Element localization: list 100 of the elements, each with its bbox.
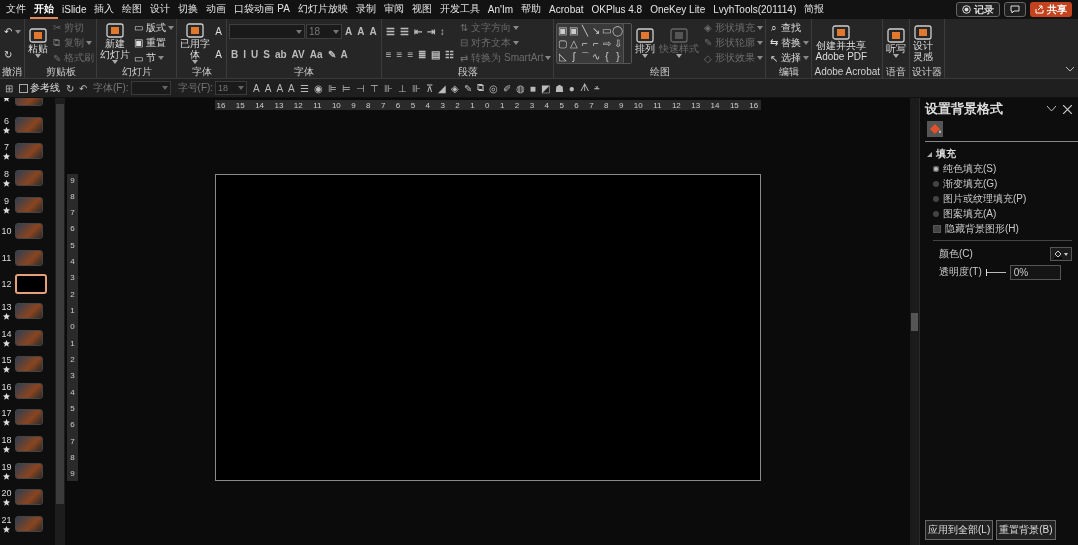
toolbar-field[interactable]: 18 [215,81,248,95]
toolbar-button[interactable]: ↻ [64,82,76,94]
shape-button[interactable]: ▣ [557,23,569,37]
menu-tab[interactable]: 审阅 [379,0,408,19]
shape-button[interactable]: ╲ [579,23,591,37]
menu-tab[interactable]: iSlide [58,0,91,19]
toolbar-button[interactable]: ✐ [500,82,513,94]
shape-button[interactable]: ∿ [590,49,602,63]
ribbon-button[interactable]: A [213,24,224,39]
menu-tab[interactable]: 切换 [174,0,203,19]
shape-button[interactable]: { [601,49,613,63]
format-button[interactable]: ≡ [405,49,416,60]
menu-tab[interactable]: 简报 [800,0,829,19]
format-button[interactable]: ✎ [325,49,338,60]
slide-thumbnail[interactable] [15,462,43,479]
menu-tab[interactable]: Acrobat [545,0,588,19]
slide-thumbnail[interactable] [15,196,43,213]
ribbon-button[interactable]: 粘贴 [27,28,49,58]
chevron-icon[interactable] [1047,106,1056,112]
toolbar-button[interactable]: A [286,82,297,94]
slide-thumbnail[interactable] [15,116,43,133]
toolbar-button[interactable]: ⊪ [409,82,423,94]
gallery-scrollbar[interactable] [623,23,632,63]
menu-tab[interactable]: OneKey Lite [646,0,710,19]
toolbar-button[interactable]: ⊪ [381,82,395,94]
format-button[interactable]: ⇤ [411,26,424,37]
slide-thumbnail[interactable] [15,249,43,266]
toolbar-button[interactable]: ⊞ [3,82,15,94]
ribbon-button[interactable]: ↶ [2,24,21,39]
shape-button[interactable]: ↘ [590,23,602,37]
slide-thumbnail[interactable] [15,382,43,399]
checkbox[interactable] [933,224,941,233]
format-button[interactable]: ▤ [429,49,443,60]
ribbon-button[interactable]: ↖ 选择 [768,51,810,66]
format-button[interactable]: ≡ [394,49,405,60]
slide-thumbnail[interactable] [15,489,43,506]
toolbar-button[interactable]: ⩡ [591,82,602,94]
toolbar-button[interactable]: ↶ [77,82,89,94]
toolbar-button[interactable]: ⊣ [353,82,367,94]
guides-checkbox[interactable] [19,83,28,93]
ribbon-button[interactable]: 新建 幻灯片 [99,22,131,64]
shape-button[interactable]: ▣ [568,23,580,37]
pane-button[interactable]: 重置背景(B) [996,520,1056,540]
toolbar-button[interactable]: A [251,82,262,94]
slide-thumbnail[interactable] [15,274,47,295]
format-button[interactable]: I [241,49,248,60]
toolbar-button[interactable]: ◩ [538,82,552,94]
toolbar-button[interactable]: ⊨ [339,82,353,94]
shape-button[interactable]: ⇩ [612,36,624,50]
format-button[interactable]: B [229,49,241,60]
radio-button[interactable] [933,210,939,217]
toolbar-button[interactable]: A [274,82,286,94]
slide-thumbnail[interactable] [15,515,43,532]
font-field[interactable] [229,24,305,39]
menu-tab[interactable]: 插入 [90,0,119,19]
shape-button[interactable]: △ [568,36,580,50]
toolbar-button[interactable]: ⊤ [367,82,381,94]
ribbon-button[interactable]: 听写 [885,28,908,58]
shape-button[interactable]: ⇨ [601,36,613,50]
toolbar-field[interactable] [130,81,171,95]
menu-tab[interactable]: 视图 [407,0,436,19]
format-button[interactable]: A [338,49,350,60]
toolbar-button[interactable]: ✎ [461,82,474,94]
format-button[interactable]: ↕ [437,26,447,37]
ribbon-button[interactable]: 设计 灵感 [912,24,935,62]
record-button[interactable]: 记录 [956,2,1000,17]
ribbon-button[interactable]: ⌕ 查找 [768,20,810,35]
toolbar-button[interactable]: ◉ [311,82,325,94]
menu-tab[interactable]: 口袋动画 PA [230,0,294,19]
toolbar-button[interactable]: ⊼ [423,82,435,94]
toolbar-button[interactable]: ● [566,82,577,94]
toolbar-button[interactable]: ⧉ [474,82,486,94]
shape-button[interactable]: ▭ [601,23,613,37]
toolbar-button[interactable]: ■ [527,82,538,94]
shape-button[interactable]: ◺ [557,49,569,63]
format-button[interactable]: ≣ [416,49,429,60]
menu-tab[interactable]: LvyhTools(201114) [709,0,801,19]
slide-thumbnail[interactable] [15,223,43,240]
format-button[interactable]: A [343,26,355,37]
toolbar-button[interactable]: ☰ [297,82,311,94]
format-button[interactable]: AV [289,49,307,60]
toolbar-button[interactable]: ◢ [435,82,448,94]
ribbon-button[interactable]: ▭ 节 [133,51,174,66]
radio-button[interactable] [933,195,939,202]
format-button[interactable]: S [261,49,272,60]
menu-tab[interactable]: 幻灯片放映 [293,0,352,19]
menu-tab[interactable]: An'Im [483,0,518,19]
color-picker-button[interactable] [1050,247,1072,261]
shape-button[interactable]: ⌐ [579,36,591,50]
shape-button[interactable]: ◯ [612,23,624,37]
radio-button[interactable] [933,180,939,187]
chevron-icon[interactable] [1066,67,1074,72]
format-button[interactable]: ☰ [383,26,397,37]
shape-button[interactable]: ⌐ [590,36,602,50]
slide-thumbnail[interactable] [15,356,43,373]
slide-thumbnail[interactable] [15,170,43,187]
menu-tab[interactable]: 录制 [351,0,380,19]
toolbar-button[interactable]: ⊥ [395,82,409,94]
toolbar-button[interactable]: ᗑ [577,82,591,94]
menu-tab[interactable]: 绘图 [118,0,147,19]
